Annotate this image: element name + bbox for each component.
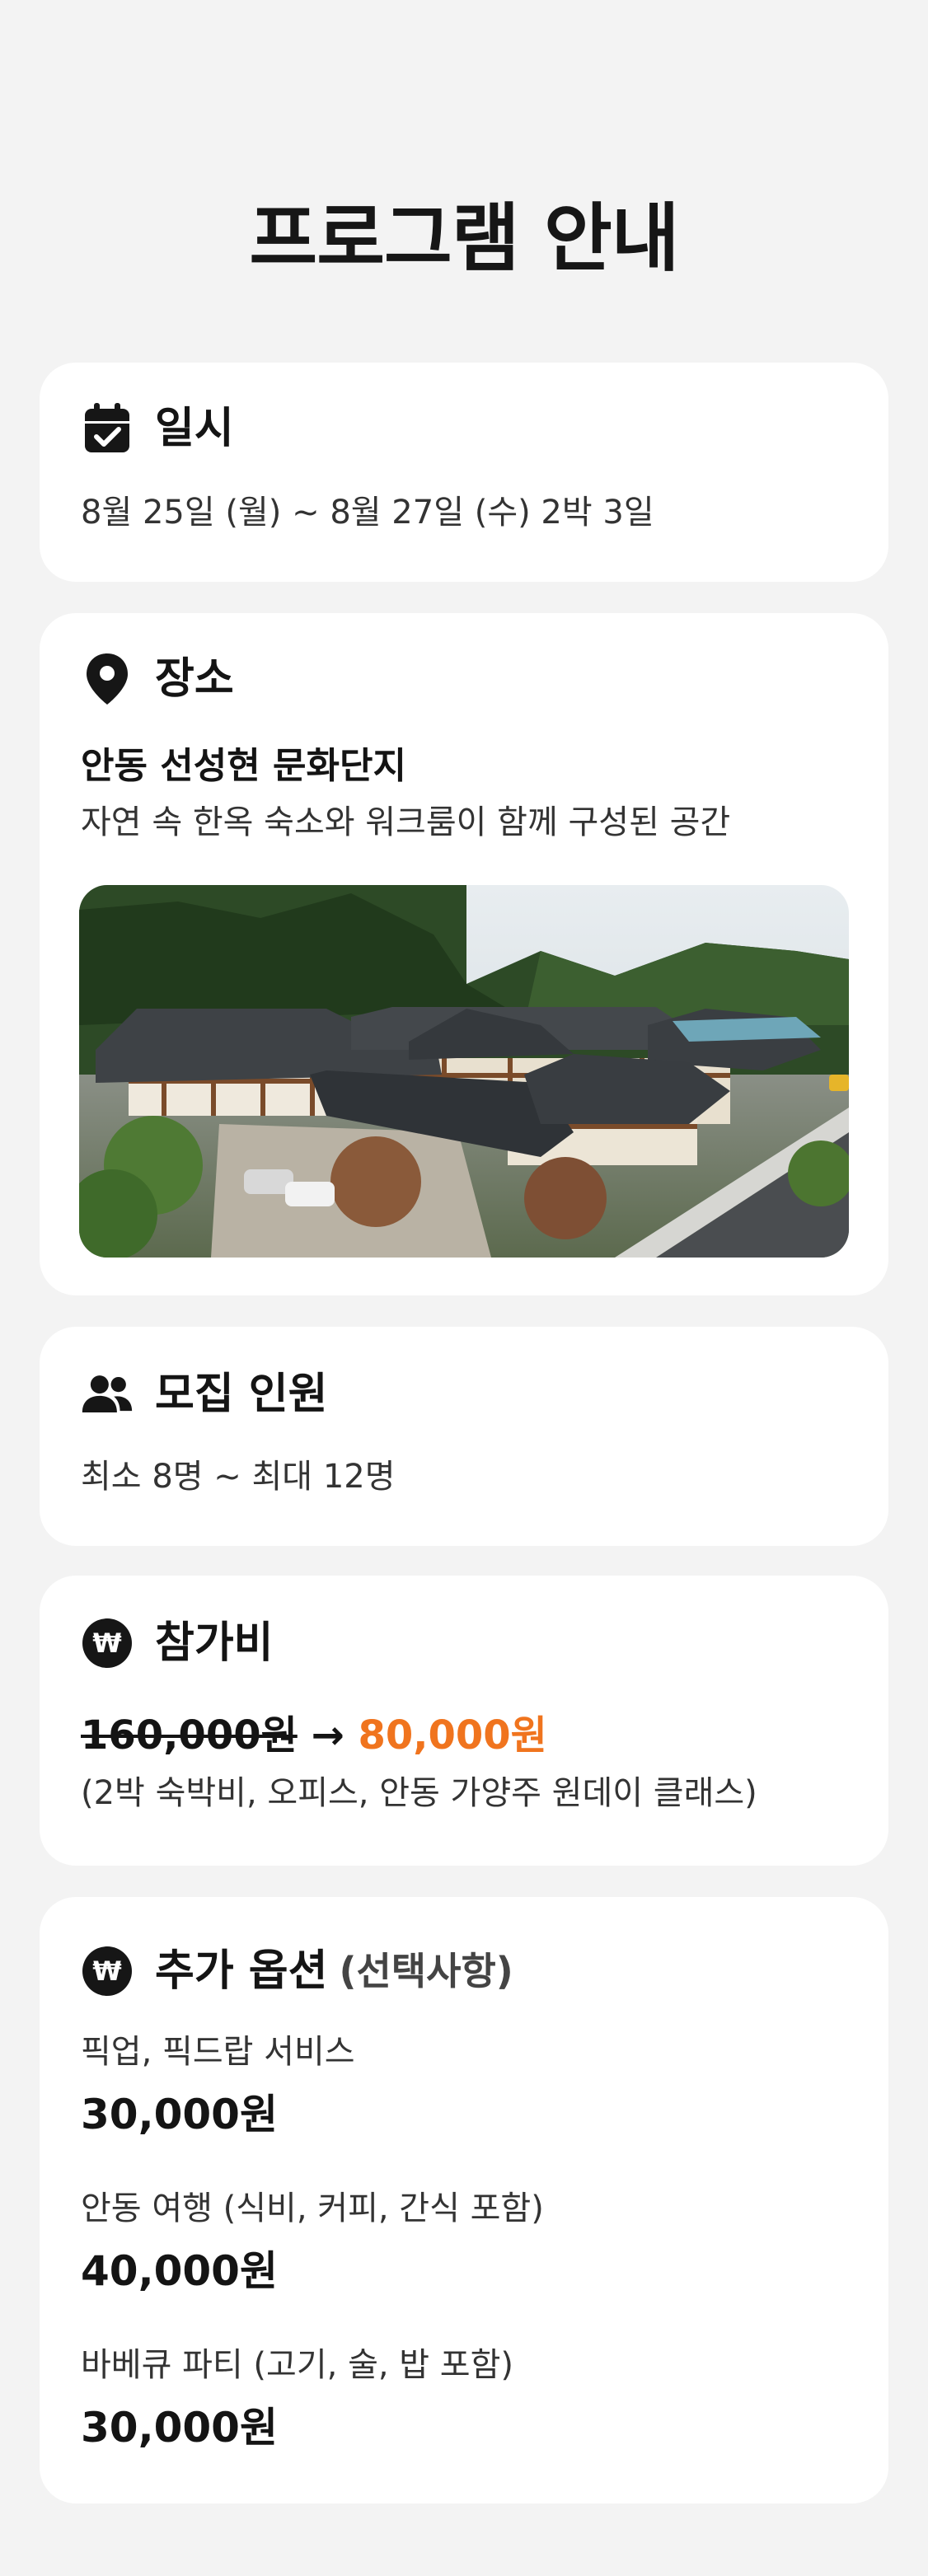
location-pin-icon	[81, 653, 134, 705]
option-name: 픽업, 픽드랍 서비스	[81, 2033, 355, 2071]
fee-includes: (2박 숙박비, 오피스, 안동 가양주 원데이 클래스)	[81, 1774, 757, 1812]
venue-card: 장소 안동 선성현 문화단지 자연 속 한옥 숙소와 워크룸이 함께 구성된 공…	[40, 613, 888, 1295]
recruitment-card: 모집 인원 최소 8명 ~ 최대 12명	[40, 1327, 888, 1546]
option-price: 30,000원	[81, 2404, 278, 2452]
people-icon	[81, 1368, 134, 1421]
option-name: 바베큐 파티 (고기, 술, 밥 포함)	[81, 2346, 514, 2384]
venue-title: 장소	[155, 654, 234, 704]
hanok-village-photo	[79, 885, 849, 1258]
schedule-card: 일시 8월 25일 (월) ~ 8월 27일 (수) 2박 3일	[40, 363, 888, 582]
fee-header: ₩ 참가비	[81, 1617, 274, 1670]
recruitment-title: 모집 인원	[155, 1370, 328, 1419]
svg-text:₩: ₩	[92, 1955, 121, 1987]
options-title: 추가 옵션	[155, 1946, 328, 1996]
schedule-header: 일시	[81, 402, 234, 455]
venue-description: 자연 속 한옥 숙소와 워크룸이 함께 구성된 공간	[81, 803, 731, 841]
options-card: ₩ 추가 옵션 (선택사항) 픽업, 픽드랍 서비스 30,000원 안동 여행…	[40, 1897, 888, 2503]
svg-text:₩: ₩	[92, 1628, 121, 1659]
won-coin-icon: ₩	[81, 1945, 134, 1998]
page-title: 프로그램 안내	[249, 195, 679, 282]
original-price: 160,000원	[81, 1712, 298, 1759]
option-price: 40,000원	[81, 2247, 278, 2295]
venue-name: 안동 선성현 문화단지	[81, 745, 406, 787]
sale-price: 80,000원	[358, 1712, 547, 1759]
option-price: 30,000원	[81, 2091, 278, 2138]
venue-header: 장소	[81, 653, 234, 705]
options-header: ₩ 추가 옵션 (선택사항)	[81, 1945, 513, 1998]
fee-price-line: 160,000원 → 80,000원	[81, 1712, 547, 1760]
recruitment-header: 모집 인원	[81, 1368, 327, 1421]
price-arrow: →	[311, 1712, 344, 1759]
calendar-check-icon	[81, 402, 134, 455]
fee-title: 참가비	[155, 1618, 274, 1668]
won-coin-icon: ₩	[81, 1617, 134, 1670]
fee-card: ₩ 참가비 160,000원 → 80,000원 (2박 숙박비, 오피스, 안…	[40, 1576, 888, 1866]
option-name: 안동 여행 (식비, 커피, 간식 포함)	[81, 2190, 544, 2227]
program-info-page: 프로그램 안내 일시 8월 25일 (월) ~ 8월 27일 (수) 2박 3일	[0, 0, 928, 2576]
recruitment-text: 최소 8명 ~ 최대 12명	[81, 1458, 396, 1496]
schedule-text: 8월 25일 (월) ~ 8월 27일 (수) 2박 3일	[81, 494, 654, 532]
schedule-title: 일시	[155, 404, 234, 453]
options-subtitle: (선택사항)	[339, 1949, 513, 1993]
